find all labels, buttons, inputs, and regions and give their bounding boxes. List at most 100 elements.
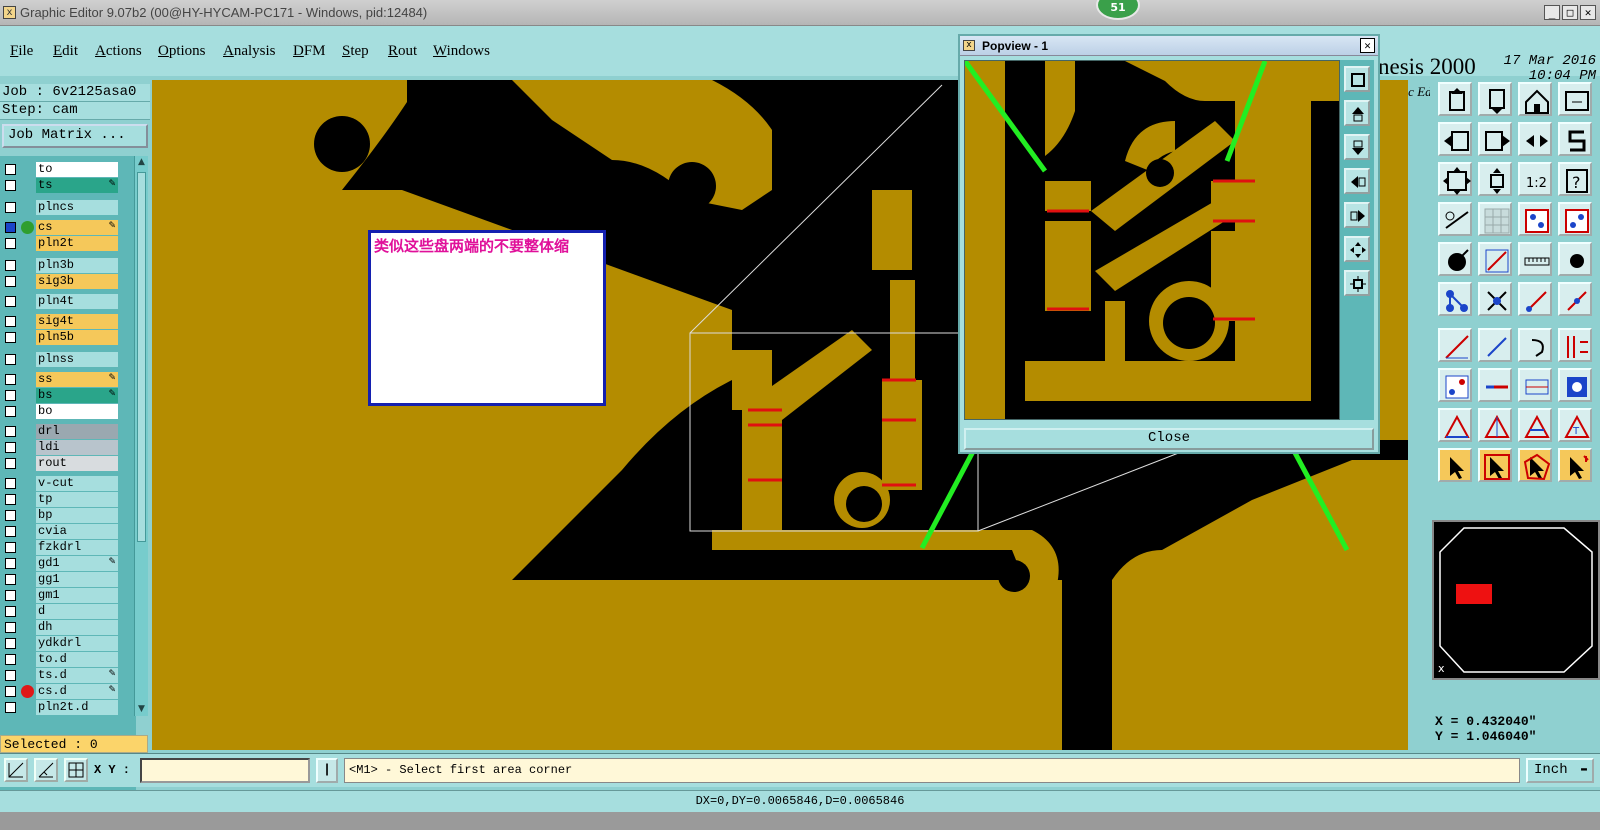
layer-checkbox[interactable] <box>5 622 16 633</box>
rotate-icon[interactable] <box>1518 328 1552 362</box>
layer-checkbox[interactable] <box>5 478 16 489</box>
layer-row[interactable]: pln4t <box>0 294 122 309</box>
select-poly-icon[interactable] <box>1518 448 1552 482</box>
layer-checkbox[interactable] <box>5 558 16 569</box>
layer-row[interactable]: gm1 <box>0 588 122 603</box>
segment-icon[interactable] <box>1478 368 1512 402</box>
layer-set-b-icon[interactable] <box>1558 202 1592 236</box>
select-more-icon[interactable] <box>1558 448 1592 482</box>
layer-row[interactable]: ss ✎ <box>0 372 122 387</box>
layer-row[interactable]: cs ✎ <box>0 220 122 235</box>
layer-row[interactable]: v-cut <box>0 476 122 491</box>
fence-icon[interactable] <box>1558 328 1592 362</box>
layer-checkbox[interactable] <box>5 574 16 585</box>
layer-row[interactable]: fzkdrl <box>0 540 122 555</box>
layer-row[interactable]: to <box>0 162 122 177</box>
job-matrix-button[interactable]: Job Matrix ... <box>2 124 148 148</box>
layer-checkbox[interactable] <box>5 526 16 537</box>
layer-row[interactable]: pln5b <box>0 330 122 345</box>
popview-tool-5-icon[interactable] <box>1344 202 1370 228</box>
arc-tri-icon[interactable] <box>1478 408 1512 442</box>
move-up-icon[interactable] <box>1438 82 1472 116</box>
popview-tool-7-icon[interactable] <box>1344 270 1370 296</box>
snap-icon[interactable] <box>1438 242 1472 276</box>
layer-checkbox[interactable] <box>5 702 16 713</box>
minimize-button[interactable]: _ <box>1544 5 1560 20</box>
grid-icon[interactable] <box>1478 202 1512 236</box>
angle-tool-icon[interactable] <box>34 758 58 782</box>
layer-checkbox[interactable] <box>5 590 16 601</box>
popview-close-button[interactable]: Close <box>964 428 1374 450</box>
layer-row[interactable]: pln2t <box>0 236 122 251</box>
edit-line-icon[interactable] <box>1438 328 1472 362</box>
layer-checkbox[interactable] <box>5 202 16 213</box>
layer-row[interactable]: gd1 ✎ <box>0 556 122 571</box>
copy-icon[interactable] <box>1438 368 1472 402</box>
layer-row[interactable]: ydkdrl <box>0 636 122 651</box>
layer-row[interactable]: plnss <box>0 352 122 367</box>
xy-input[interactable] <box>140 758 310 783</box>
layer-checkbox[interactable] <box>5 296 16 307</box>
layer-checkbox[interactable] <box>5 222 16 233</box>
menu-step[interactable]: Step <box>342 43 369 60</box>
menu-edit[interactable]: Edit <box>53 43 78 60</box>
layer-checkbox[interactable] <box>5 276 16 287</box>
split-icon[interactable] <box>1518 122 1552 156</box>
popview-window[interactable]: x Popview - 1 ✕ Close <box>958 34 1380 454</box>
popview-titlebar[interactable]: x Popview - 1 ✕ <box>960 36 1378 56</box>
help-icon[interactable]: ? <box>1558 162 1592 196</box>
shift-left-icon[interactable] <box>1438 122 1472 156</box>
layer-checkbox[interactable] <box>5 638 16 649</box>
layer-row[interactable]: bs ✎ <box>0 388 122 403</box>
title-bar[interactable]: x Graphic Editor 9.07b2 (00@HY-HYCAM-PC1… <box>0 0 1600 26</box>
cross-icon[interactable] <box>1478 282 1512 316</box>
home-icon[interactable] <box>1518 82 1552 116</box>
layer-checkbox[interactable] <box>5 354 16 365</box>
layer-checkbox[interactable] <box>5 426 16 437</box>
units-select[interactable]: Inch ▬ <box>1526 758 1594 783</box>
layer-checkbox[interactable] <box>5 164 16 175</box>
layer-checkbox[interactable] <box>5 406 16 417</box>
layer-row[interactable]: bp <box>0 508 122 523</box>
layer-checkbox[interactable] <box>5 390 16 401</box>
draw-tool-icon[interactable] <box>4 758 28 782</box>
layer-row[interactable]: gg1 <box>0 572 122 587</box>
ratio-icon[interactable]: 1:2 <box>1518 162 1552 196</box>
pipe-button[interactable]: | <box>316 758 338 783</box>
layer-row[interactable]: ldi <box>0 440 122 455</box>
menu-windows[interactable]: Windows <box>433 43 490 60</box>
layer-checkbox[interactable] <box>5 542 16 553</box>
layer-checkbox[interactable] <box>5 374 16 385</box>
scroll-thumb[interactable] <box>137 172 146 542</box>
scroll-up-icon[interactable]: ▲ <box>136 157 147 168</box>
layer-checkbox[interactable] <box>5 606 16 617</box>
text-tri-icon[interactable]: T <box>1558 408 1592 442</box>
pan-icon[interactable] <box>1558 82 1592 116</box>
move-down-icon[interactable] <box>1478 82 1512 116</box>
layer-row[interactable]: ts.d ✎ <box>0 668 122 683</box>
popview-canvas[interactable] <box>964 60 1340 420</box>
angle-icon[interactable] <box>1478 242 1512 276</box>
layer-checkbox[interactable] <box>5 180 16 191</box>
select-icon[interactable] <box>1438 448 1472 482</box>
menu-dfm[interactable]: DFM <box>293 43 326 60</box>
layer-row[interactable]: bo <box>0 404 122 419</box>
layer-checkbox[interactable] <box>5 686 16 697</box>
layer-checkbox[interactable] <box>5 654 16 665</box>
overview-map[interactable]: x <box>1432 520 1600 680</box>
layer-checkbox[interactable] <box>5 442 16 453</box>
menu-rout[interactable]: Rout <box>388 43 417 60</box>
group-icon[interactable] <box>1558 368 1592 402</box>
maximize-button[interactable]: □ <box>1562 5 1578 20</box>
layer-row[interactable]: tp <box>0 492 122 507</box>
center-icon[interactable] <box>1478 162 1512 196</box>
layer-row[interactable]: drl <box>0 424 122 439</box>
layer-row[interactable]: plncs <box>0 200 122 215</box>
layer-row[interactable]: ts ✎ <box>0 178 122 193</box>
popview-tool-6-icon[interactable] <box>1344 236 1370 262</box>
shape-tri-icon[interactable] <box>1518 408 1552 442</box>
layer-checkbox[interactable] <box>5 238 16 249</box>
vector-icon[interactable] <box>1518 282 1552 316</box>
layer-row[interactable]: cvia <box>0 524 122 539</box>
point-icon[interactable] <box>1558 242 1592 276</box>
